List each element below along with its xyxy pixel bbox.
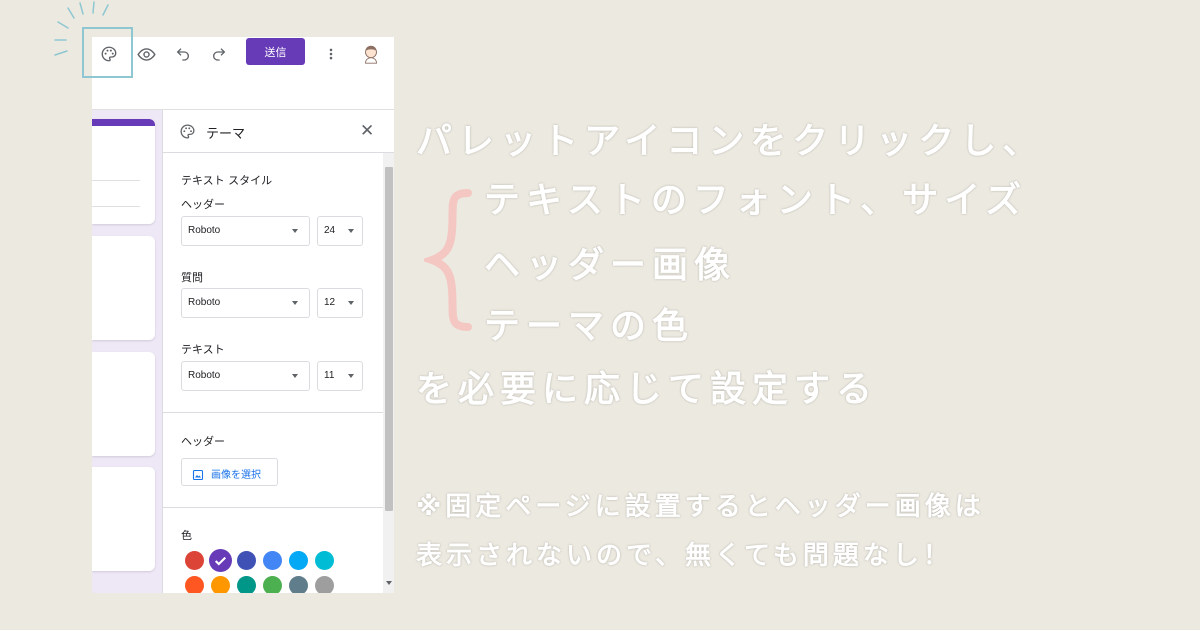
scrollbar-thumb[interactable] xyxy=(385,167,393,511)
text-font-select[interactable]: Roboto xyxy=(181,361,310,391)
color-swatch[interactable] xyxy=(209,549,232,572)
more-vert-icon[interactable] xyxy=(318,41,344,67)
instruction-line-2: テキストのフォント、サイズ xyxy=(484,180,1028,221)
note-line-1: ※固定ページに設置するとヘッダー画像は xyxy=(416,492,985,522)
select-image-button[interactable]: 画像を選択 xyxy=(181,458,278,486)
color-swatch[interactable] xyxy=(315,576,334,593)
note-line-2: 表示されないので、無くても問題なし！ xyxy=(416,541,953,571)
header-image-label: ヘッダー xyxy=(181,435,225,448)
undo-icon[interactable] xyxy=(170,41,196,67)
text-font-label: テキスト xyxy=(181,343,225,356)
color-swatch[interactable] xyxy=(315,551,334,570)
header-font-select[interactable]: Roboto xyxy=(181,216,310,246)
header-size-select[interactable]: 24 xyxy=(317,216,363,246)
redo-icon[interactable] xyxy=(206,41,232,67)
question-size-select[interactable]: 12 xyxy=(317,288,363,318)
curly-brace xyxy=(424,189,472,331)
header-font-label: ヘッダー xyxy=(181,198,225,211)
text-size-select[interactable]: 11 xyxy=(317,361,363,391)
color-swatch[interactable] xyxy=(263,576,282,593)
scroll-down-icon[interactable] xyxy=(386,581,392,585)
color-swatch[interactable] xyxy=(237,551,256,570)
instruction-line-5: を必要に応じて設定する xyxy=(416,369,879,410)
check-icon xyxy=(214,556,227,566)
question-font-label: 質問 xyxy=(181,271,203,284)
close-icon[interactable]: ✕ xyxy=(360,121,374,141)
forms-screenshot: 送信 テーマ ✕ テキスト スタイル ヘッダー Roboto 24 質問 Rob… xyxy=(92,37,394,593)
eye-icon[interactable] xyxy=(133,41,159,67)
question-font-select[interactable]: Roboto xyxy=(181,288,310,318)
form-header-card[interactable] xyxy=(92,119,155,224)
divider xyxy=(163,412,383,413)
scrollbar[interactable] xyxy=(383,153,394,593)
instruction-line-4: テーマの色 xyxy=(484,306,695,347)
forms-toolbar: 送信 xyxy=(92,37,394,110)
theme-panel: テーマ ✕ テキスト スタイル ヘッダー Roboto 24 質問 Roboto… xyxy=(162,110,394,593)
palette-icon xyxy=(179,123,196,144)
color-swatch[interactable] xyxy=(263,551,282,570)
color-swatch[interactable] xyxy=(289,551,308,570)
divider xyxy=(163,507,383,508)
text-style-heading: テキスト スタイル xyxy=(181,174,273,187)
form-canvas xyxy=(92,110,162,593)
theme-panel-header: テーマ ✕ xyxy=(163,110,394,153)
send-button[interactable]: 送信 xyxy=(246,38,305,65)
question-card[interactable] xyxy=(92,236,155,340)
question-card[interactable] xyxy=(92,352,155,456)
color-swatch[interactable] xyxy=(211,576,230,593)
theme-panel-title: テーマ xyxy=(206,127,246,142)
color-swatch[interactable] xyxy=(289,576,308,593)
palette-highlight-box xyxy=(82,27,133,78)
image-icon xyxy=(192,466,204,485)
color-swatch[interactable] xyxy=(185,576,204,593)
question-card[interactable] xyxy=(92,467,155,571)
color-swatch[interactable] xyxy=(185,551,204,570)
instruction-line-1: パレットアイコンをクリックし、 xyxy=(416,121,1045,162)
avatar[interactable] xyxy=(358,41,384,67)
instruction-line-3: ヘッダー画像 xyxy=(484,245,737,286)
color-swatch[interactable] xyxy=(237,576,256,593)
color-label: 色 xyxy=(181,529,192,542)
